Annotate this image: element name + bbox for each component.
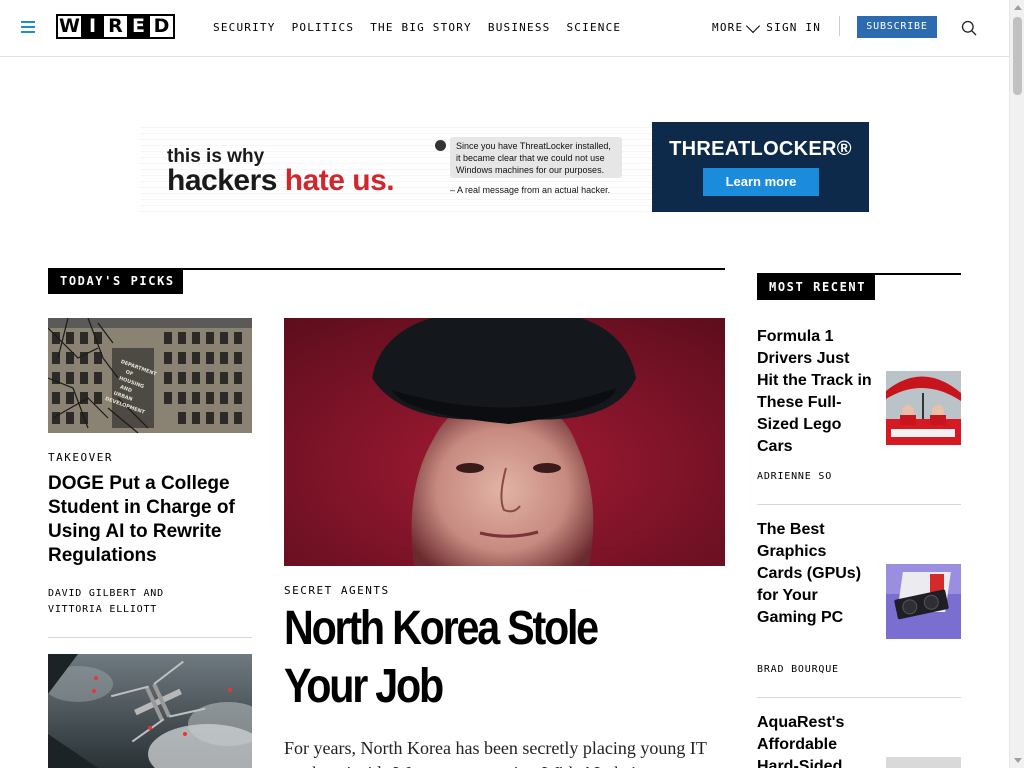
gpu-illustration — [886, 564, 961, 639]
section-header-todays-picks: TODAY'S PICKS — [48, 269, 183, 294]
logo-letter: E — [127, 16, 150, 37]
recent-image-graphics-card[interactable] — [886, 564, 961, 639]
logo-letter: W — [58, 15, 81, 37]
xwing-illustration — [48, 654, 252, 768]
subscribe-button[interactable]: SUBSCRIBE — [857, 16, 937, 38]
logo-letter: D — [150, 16, 173, 37]
nav-link-security[interactable]: SECURITY — [213, 21, 276, 35]
nav-link-business[interactable]: BUSINESS — [488, 21, 551, 35]
chevron-down-icon — [746, 18, 761, 33]
recent-story-title[interactable]: AquaRest's Affordable Hard-Sided — [757, 712, 872, 768]
wired-logo[interactable]: W I R E D — [56, 14, 175, 39]
ad-chat-bubble: Since you have ThreatLocker installed, i… — [450, 137, 622, 178]
byline-line[interactable]: VITTORIA ELLIOTT — [48, 602, 164, 618]
story-divider — [48, 637, 252, 638]
scroll-down-arrow-icon[interactable] — [1014, 758, 1022, 763]
nav-divider — [839, 16, 840, 36]
recent-divider — [757, 697, 961, 698]
scroll-up-arrow-icon[interactable] — [1014, 5, 1022, 10]
ad-avatar-icon — [435, 140, 446, 151]
ad-learn-more-button[interactable]: Learn more — [703, 168, 819, 196]
recent-story-title[interactable]: The Best Graphics Cards (GPUs) for Your … — [757, 519, 872, 629]
menu-icon[interactable] — [21, 21, 35, 33]
ad-brand-panel: THREATLOCKER® Learn more — [652, 122, 869, 212]
ad-headline-accent: hate us. — [284, 164, 395, 197]
story-title[interactable]: DOGE Put a College Student in Charge of … — [48, 472, 248, 568]
story-image-xwing[interactable] — [48, 654, 252, 768]
ad-attribution: – A real message from an actual hacker. — [450, 185, 611, 195]
hero-kicker[interactable]: SECRET AGENTS — [284, 584, 390, 597]
hero-dek: For years, North Korea has been secretly… — [284, 738, 707, 768]
ad-message-panel: this is why hackers hate us. Since you h… — [140, 122, 652, 212]
section-links: SECURITY POLITICS THE BIG STORY BUSINESS… — [213, 21, 637, 35]
recent-divider — [757, 504, 961, 505]
recent-story-byline[interactable]: BRAD BOURQUE — [757, 662, 839, 678]
search-icon[interactable] — [961, 20, 977, 36]
hud-building-illustration: DEPARTMENT OF HOUSING AND URBAN DEVELOPM… — [48, 318, 252, 433]
scroll-thumb[interactable] — [1013, 17, 1022, 95]
ad-headline-part: hackers — [167, 164, 285, 197]
hero-image-portrait[interactable] — [284, 318, 725, 566]
nav-link-politics[interactable]: POLITICS — [292, 21, 355, 35]
recent-story-byline[interactable]: ADRIENNE SO — [757, 469, 832, 485]
nav-link-science[interactable]: SCIENCE — [566, 21, 621, 35]
hero-portrait-illustration — [284, 318, 725, 566]
story-kicker[interactable]: TAKEOVER — [48, 451, 113, 464]
ad-headline-large: hackers hate us. — [167, 164, 395, 198]
nav-right: MORE SIGN IN — [712, 18, 821, 35]
lego-car-illustration — [886, 371, 961, 445]
recent-story-title[interactable]: Formula 1 Drivers Just Hit the Track in … — [757, 326, 872, 458]
page-scrollbar[interactable] — [1009, 0, 1024, 768]
sign-in-link[interactable]: SIGN IN — [766, 21, 821, 35]
more-label: MORE — [712, 21, 744, 34]
story-byline: DAVID GILBERT AND VITTORIA ELLIOTT — [48, 586, 164, 618]
more-menu-button[interactable]: MORE — [712, 18, 761, 35]
logo-letter: I — [81, 16, 104, 37]
recent-image-lego-cars[interactable] — [886, 371, 961, 445]
threatlocker-ad[interactable]: this is why hackers hate us. Since you h… — [140, 122, 869, 212]
section-header-most-recent: MOST RECENT — [757, 275, 875, 300]
ad-brand-logo: THREATLOCKER® — [669, 138, 852, 160]
nav-link-big-story[interactable]: THE BIG STORY — [370, 21, 472, 35]
byline-line[interactable]: DAVID GILBERT AND — [48, 586, 164, 602]
hero-title[interactable]: North Korea Stole Your Job — [284, 600, 662, 716]
logo-letter: R — [104, 16, 127, 37]
recent-image-aquarest[interactable] — [886, 757, 961, 768]
top-nav: W I R E D SECURITY POLITICS THE BIG STOR… — [0, 0, 1009, 57]
story-image-hud-building[interactable]: DEPARTMENT OF HOUSING AND URBAN DEVELOPM… — [48, 318, 252, 433]
